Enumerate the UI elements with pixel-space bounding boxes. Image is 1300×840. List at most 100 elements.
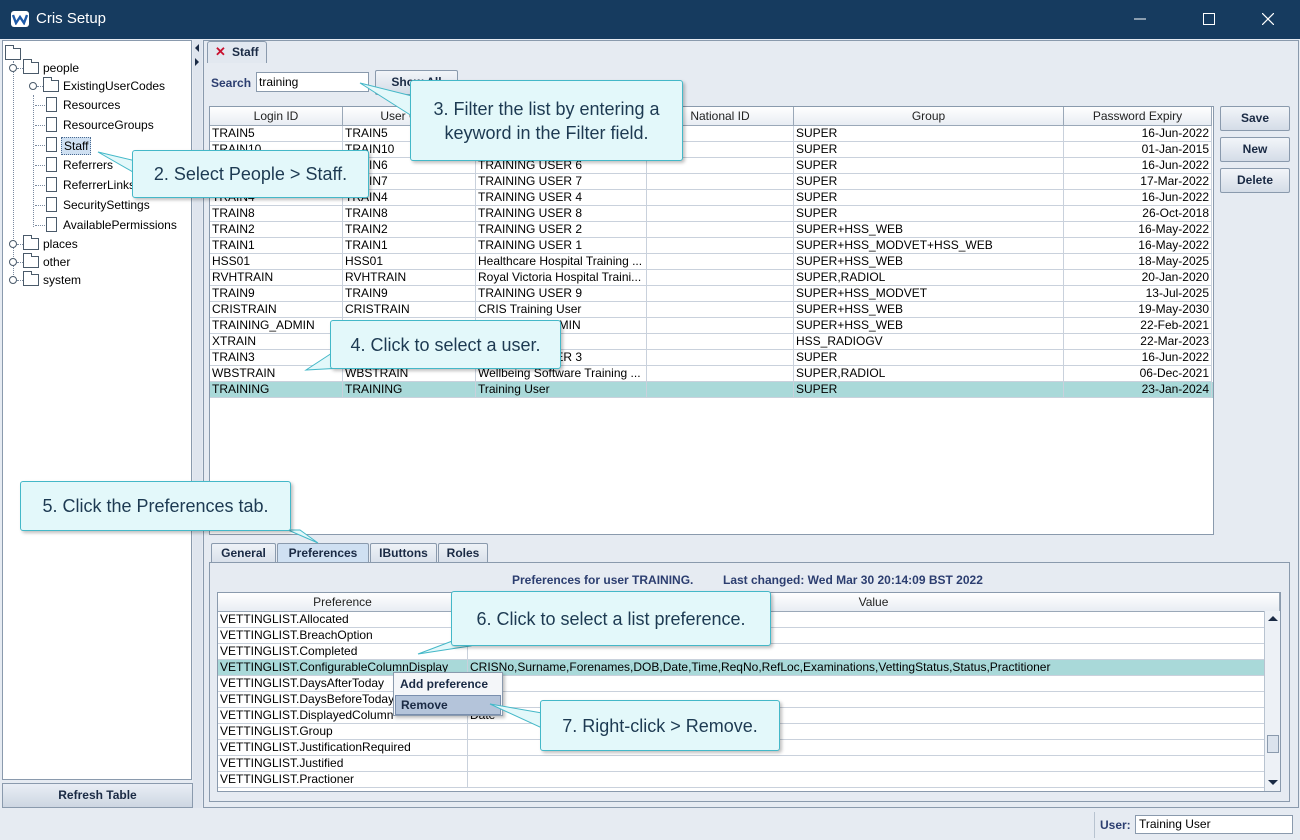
table-cell: XTRAIN	[210, 334, 343, 350]
collapse-arrows-icon	[195, 44, 199, 66]
table-cell	[647, 238, 794, 254]
callout-step5: 5. Click the Preferences tab.	[20, 481, 291, 531]
table-cell: SUPER	[794, 126, 1064, 142]
menu-item-remove[interactable]: Remove	[395, 695, 501, 715]
table-row[interactable]: TRAIN9 TRAIN9 TRAINING USER 9 SUPER+HSS_MOD…	[210, 286, 1213, 302]
scroll-thumb[interactable]	[1267, 735, 1279, 753]
folder-icon	[23, 271, 39, 286]
table-cell: SUPER	[794, 206, 1064, 222]
preference-row[interactable]: VETTINGLIST.Practioner	[218, 772, 1265, 788]
column-header[interactable]: Login ID	[210, 107, 343, 126]
maximize-icon	[1203, 13, 1215, 25]
table-row[interactable]: HSS01 HSS01 Healthcare Hospital Training .…	[210, 254, 1213, 270]
tab-staff[interactable]: ✕ Staff	[207, 41, 267, 63]
tab-ibuttons[interactable]: IButtons	[370, 543, 437, 563]
close-tab-icon[interactable]: ✕	[215, 44, 226, 60]
preference-row[interactable]: VETTINGLIST.Justified	[218, 756, 1265, 772]
close-icon	[1262, 13, 1274, 25]
delete-button[interactable]: Delete	[1220, 168, 1290, 193]
table-cell: WBSTRAIN	[210, 366, 343, 382]
expand-toggle-icon[interactable]	[9, 64, 17, 72]
refresh-table-button[interactable]: Refresh Table	[2, 783, 193, 808]
table-cell: SUPER+HSS_WEB	[794, 254, 1064, 270]
search-input[interactable]	[256, 72, 369, 92]
table-cell: SUPER+HSS_MODVET	[794, 286, 1064, 302]
preferences-scrollbar[interactable]	[1264, 611, 1280, 791]
table-cell: TRAINING	[343, 382, 476, 398]
document-icon	[46, 137, 57, 152]
table-row[interactable]: TRAINING TRAINING Training User SUPER 23-Jan…	[210, 382, 1213, 398]
preference-cell: CRISNo,Surname,Forenames,DOB,Date,Time,R…	[468, 660, 1265, 676]
preference-cell: VETTINGLIST.Justified	[218, 756, 468, 772]
table-cell	[647, 286, 794, 302]
table-cell: Healthcare Hospital Training ...	[476, 254, 647, 270]
expand-toggle-icon[interactable]	[9, 240, 17, 248]
table-cell: 16-Jun-2022	[1064, 158, 1212, 174]
search-label: Search	[211, 76, 252, 90]
expand-toggle-icon[interactable]	[9, 258, 17, 266]
new-button[interactable]: New	[1220, 137, 1290, 162]
table-cell: SUPER	[794, 350, 1064, 366]
folder-icon	[23, 253, 39, 268]
preference-cell	[468, 756, 1265, 772]
table-cell: TRAINING_ADMIN	[210, 318, 343, 334]
table-cell	[647, 222, 794, 238]
table-cell: SUPER+HSS_WEB	[794, 302, 1064, 318]
expand-toggle-icon[interactable]	[9, 276, 17, 284]
close-window-button[interactable]	[1245, 0, 1291, 39]
context-menu: Add preference Remove	[393, 672, 503, 716]
table-row[interactable]: CRISTRAIN CRISTRAIN CRIS Training User SUPE…	[210, 302, 1213, 318]
table-row[interactable]: TRAIN5TRAIN5TRAINING USER 5SUPER16-Jun-2…	[210, 126, 1213, 142]
window-title: Cris Setup	[36, 10, 107, 27]
folder-icon	[23, 235, 39, 250]
minimize-button[interactable]	[1117, 0, 1163, 39]
document-icon	[46, 177, 57, 192]
table-cell	[647, 334, 794, 350]
preference-cell: VETTINGLIST.Allocated	[218, 612, 468, 628]
column-header[interactable]: Password Expiry	[1064, 107, 1212, 126]
table-cell: 16-Jun-2022	[1064, 190, 1212, 206]
table-row[interactable]: TRAIN2 TRAIN2 TRAINING USER 2 SUPER+HSS_WEB…	[210, 222, 1213, 238]
table-cell: TRAIN1	[210, 238, 343, 254]
table-cell: TRAIN5	[210, 126, 343, 142]
maximize-button[interactable]	[1186, 0, 1232, 39]
callout-step6: 6. Click to select a list preference.	[451, 591, 771, 646]
preference-row[interactable]: VETTINGLIST.Completed	[218, 644, 1265, 660]
table-cell	[647, 254, 794, 270]
table-row[interactable]: RVHTRAIN RVHTRAIN Royal Victoria Hospital …	[210, 270, 1213, 286]
table-row[interactable]: TRAIN8 TRAIN8 TRAINING USER 8 SUPER 26-Oct-2…	[210, 206, 1213, 222]
preference-row[interactable]: VETTINGLIST.DaysAfterToday	[218, 676, 1265, 692]
table-cell: TRAINING USER 1	[476, 238, 647, 254]
table-cell: TRAINING USER 4	[476, 190, 647, 206]
table-cell: TRAINING USER 9	[476, 286, 647, 302]
table-cell	[647, 270, 794, 286]
table-cell	[647, 190, 794, 206]
title-bar: Cris Setup	[0, 0, 1300, 39]
table-cell: SUPER	[794, 174, 1064, 190]
table-cell: 19-May-2030	[1064, 302, 1212, 318]
preference-cell	[468, 772, 1265, 788]
tab-preferences[interactable]: Preferences	[277, 543, 369, 564]
tab-general[interactable]: General	[211, 543, 276, 563]
menu-item-add-preference[interactable]: Add preference	[395, 674, 501, 694]
table-cell: 13-Jul-2025	[1064, 286, 1212, 302]
preference-row[interactable]: VETTINGLIST.ConfigurableColumnDisplay CRI…	[218, 660, 1265, 676]
table-cell: RVHTRAIN	[210, 270, 343, 286]
table-cell: TRAIN3	[210, 350, 343, 366]
table-cell: 18-May-2025	[1064, 254, 1212, 270]
table-cell	[647, 174, 794, 190]
table-cell: 16-Jun-2022	[1064, 126, 1212, 142]
table-cell: SUPER+HSS_MODVET+HSS_WEB	[794, 238, 1064, 254]
column-header[interactable]: Preference	[218, 593, 468, 612]
preferences-header: Preferences for user TRAINING.	[512, 573, 694, 587]
expand-toggle-icon[interactable]	[29, 82, 37, 90]
table-cell: 20-Jan-2020	[1064, 270, 1212, 286]
table-cell: SUPER+HSS_WEB	[794, 222, 1064, 238]
column-header[interactable]: Group	[794, 107, 1064, 126]
tab-roles[interactable]: Roles	[438, 543, 488, 563]
save-button[interactable]: Save	[1220, 106, 1290, 131]
table-row[interactable]: TRAIN1 TRAIN1 TRAINING USER 1 SUPER+HSS_MOD…	[210, 238, 1213, 254]
status-separator	[1094, 812, 1095, 838]
table-cell: TRAIN9	[210, 286, 343, 302]
preference-cell	[468, 676, 1265, 692]
